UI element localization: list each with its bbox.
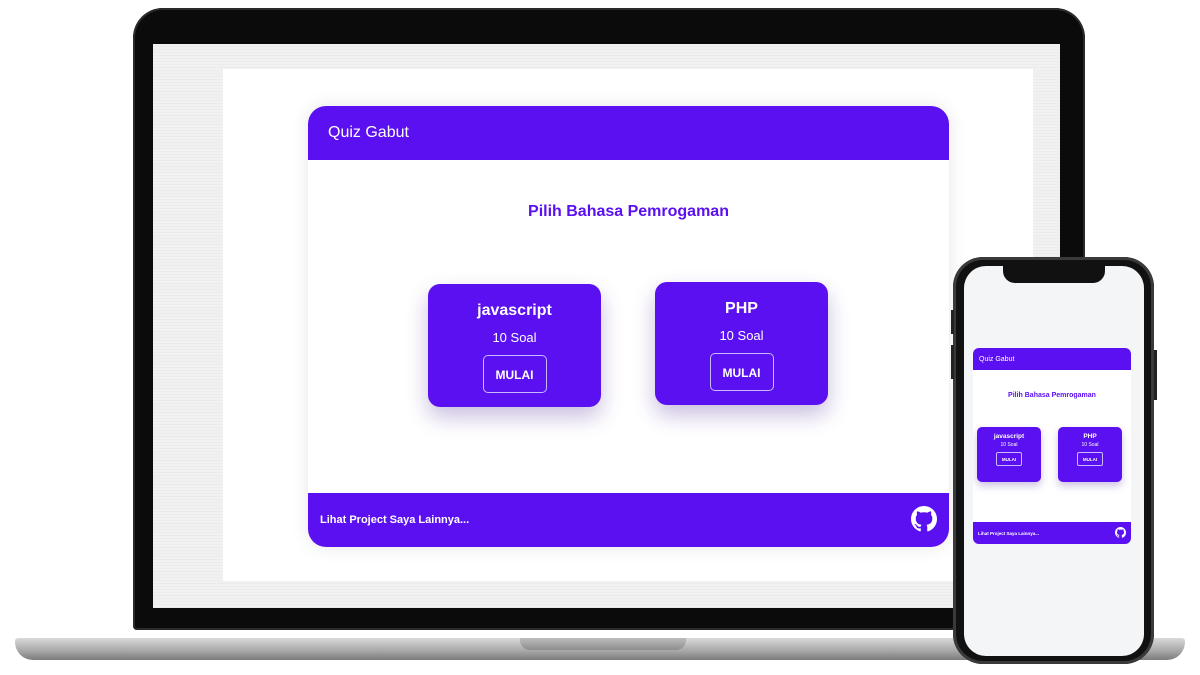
phone-side-button — [951, 345, 954, 379]
mobile-app-title: Quiz Gabut — [979, 355, 1015, 363]
mobile-quiz-card-count: 10 Soal — [1081, 442, 1099, 448]
github-icon[interactable] — [911, 505, 937, 535]
quiz-card-count: 10 Soal — [492, 330, 537, 345]
quiz-app: Quiz Gabut Pilih Bahasa Pemrogaman javas… — [308, 106, 949, 547]
quiz-card-php: PHP 10 Soal MULAI — [655, 282, 828, 405]
mobile-quiz-app: Quiz Gabut Pilih Bahasa Pemrogaman javas… — [973, 348, 1131, 544]
footer-link[interactable]: Lihat Project Saya Lainnya... — [320, 514, 469, 526]
mobile-quiz-card-php: PHP 10 Soal MULAI — [1058, 427, 1122, 482]
quiz-card-count: 10 Soal — [719, 328, 764, 343]
mobile-quiz-card-javascript: javascript 10 Soal MULAI — [977, 427, 1041, 482]
app-title: Quiz Gabut — [328, 124, 409, 141]
quiz-card-title: javascript — [477, 302, 552, 319]
page-heading: Pilih Bahasa Pemrogaman — [528, 203, 729, 220]
mobile-start-button-php[interactable]: MULAI — [1077, 452, 1103, 466]
mobile-quiz-card-title: PHP — [1083, 433, 1097, 440]
github-icon[interactable] — [1115, 527, 1126, 539]
mobile-quiz-card-title: javascript — [993, 433, 1025, 440]
mobile-start-button-javascript[interactable]: MULAI — [996, 452, 1022, 466]
app-header: Quiz Gabut — [308, 106, 949, 160]
mobile-footer-link[interactable]: Lihat Project Saya Lainnya... — [978, 531, 1039, 536]
mobile-quiz-card-count: 10 Soal — [1000, 442, 1018, 448]
laptop-screen: Quiz Gabut Pilih Bahasa Pemrogaman javas… — [153, 44, 1060, 608]
start-button-javascript[interactable]: MULAI — [482, 355, 547, 393]
phone-side-button — [1154, 350, 1157, 400]
laptop-hinge-notch — [520, 638, 686, 650]
phone-notch — [1003, 263, 1105, 283]
phone-screen: Quiz Gabut Pilih Bahasa Pemrogaman javas… — [964, 266, 1144, 656]
quiz-card-title: PHP — [725, 300, 758, 317]
mobile-app-footer: Lihat Project Saya Lainnya... — [973, 522, 1131, 544]
quiz-card-javascript: javascript 10 Soal MULAI — [428, 284, 601, 407]
app-footer: Lihat Project Saya Lainnya... — [308, 493, 949, 547]
mobile-app-header: Quiz Gabut — [973, 348, 1131, 370]
phone-side-button — [951, 310, 954, 334]
mobile-page-heading: Pilih Bahasa Pemrogaman — [1008, 392, 1096, 399]
start-button-php[interactable]: MULAI — [709, 353, 774, 391]
